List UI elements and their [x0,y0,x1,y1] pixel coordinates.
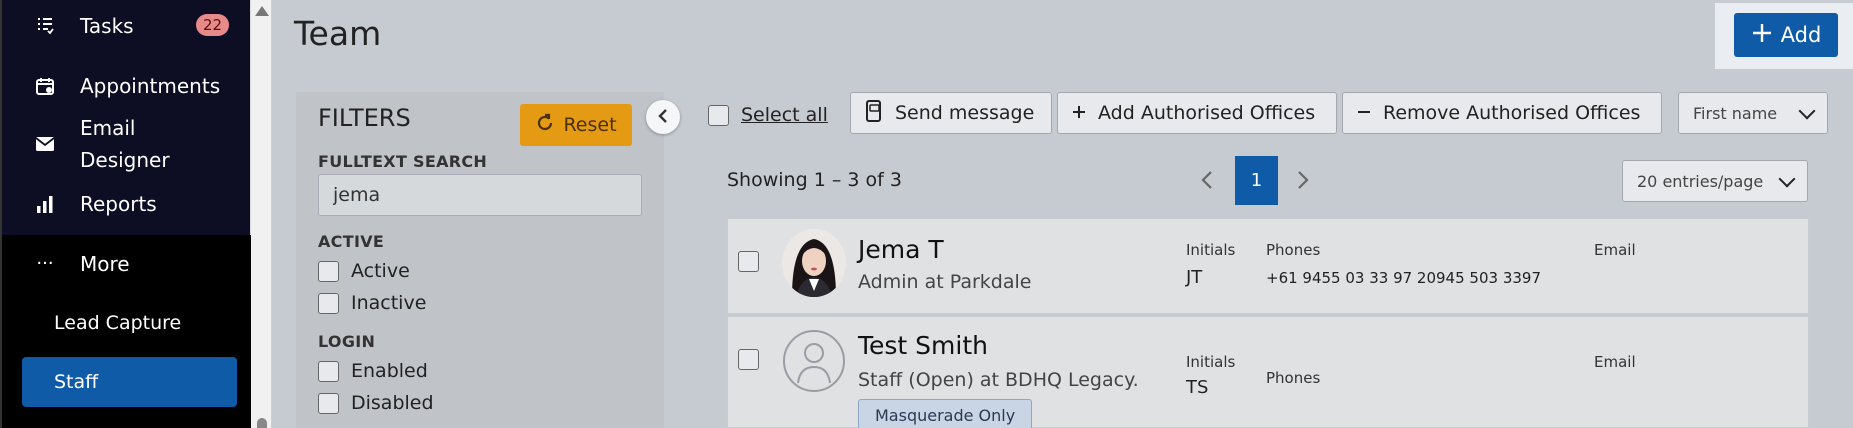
sidebar-scrollbar[interactable] [251,0,272,428]
plus-icon [1751,22,1773,49]
calendar-icon [34,75,56,97]
plus-icon [1072,102,1086,124]
chevron-down-icon [1778,170,1796,188]
email-header: Email [1594,241,1636,259]
refresh-icon [535,113,555,138]
row-checkbox[interactable] [738,251,759,272]
collapse-filters-button[interactable] [646,100,680,134]
message-phone-icon [865,99,883,127]
select-all-checkbox[interactable] [708,104,729,126]
reset-button[interactable]: Reset [520,104,632,146]
member-name[interactable]: Jema T [858,235,944,264]
sidebar-item-staff[interactable]: Staff [22,357,237,407]
enabled-checkbox-row[interactable]: Enabled [318,360,428,382]
bar-chart-icon [34,193,56,215]
inactive-option-label: Inactive [351,292,427,314]
member-initials: TS [1186,377,1209,398]
sidebar-item-label: Appointments [80,74,221,98]
tasks-count-badge: 22 [196,14,230,36]
disabled-checkbox[interactable] [318,392,339,414]
ellipsis-icon: ··· [36,252,54,274]
email-header: Email [1594,353,1636,371]
sidebar-item-label: Tasks [80,14,134,38]
results-count: Showing 1 – 3 of 3 [727,169,902,191]
enabled-checkbox[interactable] [318,360,339,382]
mail-icon [34,133,56,155]
reset-button-label: Reset [563,114,617,136]
sidebar-item-label: Reports [80,192,157,216]
table-row[interactable]: Test Smith Staff (Open) at BDHQ Legacy. … [727,316,1809,428]
minus-icon [1357,102,1371,124]
sidebar: Tasks 22 Appointments Email Designer Rep… [0,0,252,428]
chevron-down-icon [1798,102,1816,120]
entries-per-page-select[interactable]: 20 entries/page [1622,160,1808,202]
table-row[interactable]: Jema T Admin at Parkdale Initials JT Pho… [727,218,1809,314]
disabled-option-label: Disabled [351,392,434,414]
send-message-label: Send message [895,102,1035,124]
select-all[interactable]: Select all [708,104,828,126]
next-page-button[interactable] [1296,168,1310,196]
sidebar-item-label: Lead Capture [54,312,182,334]
sort-value: First name [1693,103,1778,123]
member-role: Staff (Open) at BDHQ Legacy. [858,369,1139,391]
send-message-button[interactable]: Send message [850,92,1052,134]
phones-header: Phones [1266,241,1321,259]
sidebar-item-email-designer[interactable]: Email Designer [2,112,252,176]
sidebar-item-reports[interactable]: Reports [2,188,252,220]
active-checkbox[interactable] [318,260,339,282]
active-option-label: Active [351,260,410,282]
member-initials: JT [1186,267,1203,288]
sidebar-item-label: Designer [80,148,170,172]
active-checkbox-row[interactable]: Active [318,260,410,282]
sort-select[interactable]: First name [1678,92,1828,134]
add-button[interactable]: Add [1734,13,1838,57]
disabled-checkbox-row[interactable]: Disabled [318,392,434,414]
sidebar-item-appointments[interactable]: Appointments [2,70,252,102]
page-number-button[interactable]: 1 [1235,156,1278,205]
filters-title: FILTERS [318,104,411,132]
fulltext-search-input[interactable] [318,174,642,216]
masquerade-only-badge: Masquerade Only [858,399,1033,428]
active-filter-label: ACTIVE [318,232,385,251]
scroll-thumb[interactable] [257,418,267,428]
sidebar-item-tasks[interactable]: Tasks 22 [2,10,252,42]
login-filter-label: LOGIN [318,332,376,351]
remove-offices-label: Remove Authorised Offices [1383,102,1641,124]
member-phones[interactable]: +61 9455 03 33 97 20945 503 3397 [1266,269,1541,287]
initials-header: Initials [1186,241,1236,259]
per-page-value: 20 entries/page [1637,171,1764,191]
chevron-left-icon [657,105,669,129]
avatar-placeholder-icon [782,327,846,395]
sidebar-item-more[interactable]: ··· More [2,248,252,280]
add-button-label: Add [1780,23,1822,47]
member-role: Admin at Parkdale [858,271,1032,293]
inactive-checkbox[interactable] [318,292,339,314]
initials-header: Initials [1186,353,1236,371]
filters-panel: FILTERS Reset FULLTEXT SEARCH ACTIVE Act… [296,92,664,428]
sidebar-item-label: Staff [54,371,99,393]
select-all-label[interactable]: Select all [741,104,828,126]
sidebar-item-lead-capture[interactable]: Lead Capture [22,298,237,348]
avatar [782,229,846,297]
page-title: Team [294,14,382,53]
inactive-checkbox-row[interactable]: Inactive [318,292,426,314]
phones-header: Phones [1266,369,1321,387]
sidebar-item-label: More [80,252,130,276]
tasks-icon [34,14,56,36]
enabled-option-label: Enabled [351,360,428,382]
add-offices-label: Add Authorised Offices [1098,102,1316,124]
prev-page-button[interactable] [1200,168,1214,196]
fulltext-search-label: FULLTEXT SEARCH [318,152,488,171]
sidebar-item-label: Email [80,116,136,140]
row-checkbox[interactable] [738,349,759,370]
remove-authorised-offices-button[interactable]: Remove Authorised Offices [1342,92,1662,134]
member-name[interactable]: Test Smith [858,331,988,360]
add-authorised-offices-button[interactable]: Add Authorised Offices [1057,92,1337,134]
scroll-up-arrow-icon[interactable] [255,6,269,16]
